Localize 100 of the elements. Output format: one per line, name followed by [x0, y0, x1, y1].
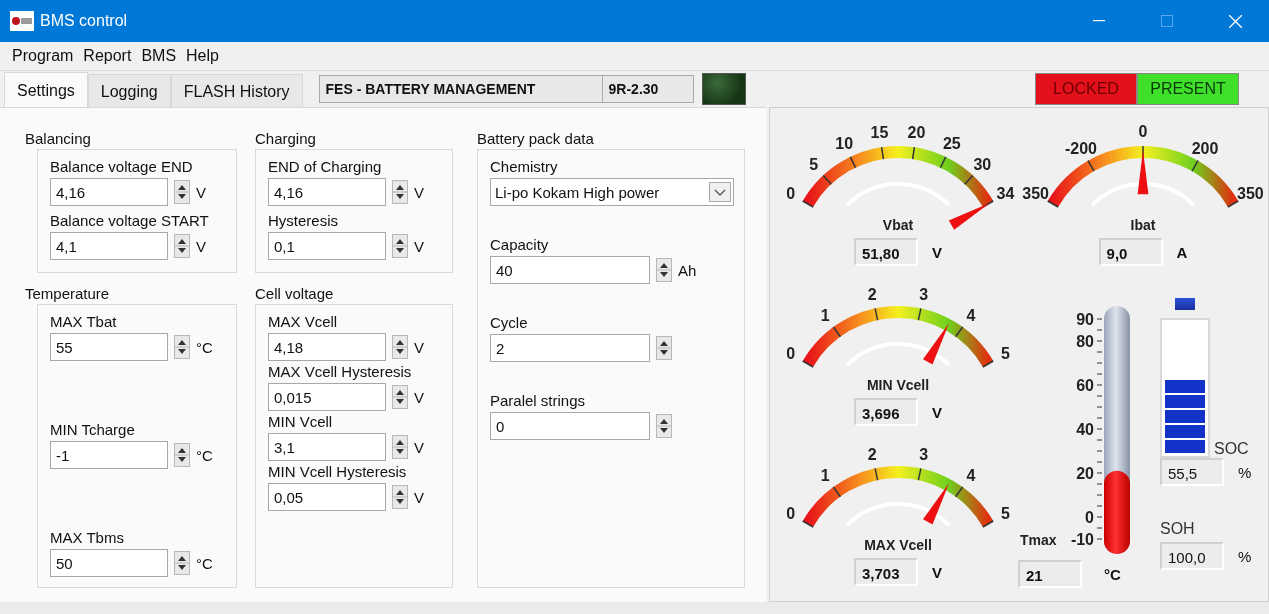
field-label: Chemistry	[490, 158, 558, 175]
unit-label: %	[1238, 547, 1252, 565]
number-field[interactable]: 55	[50, 333, 168, 361]
unit-label: %	[1238, 463, 1252, 481]
minimize-icon	[1093, 20, 1105, 22]
number-field[interactable]: 2	[490, 334, 650, 362]
device-name-display: FES - BATTERY MANAGEMENT	[318, 75, 603, 103]
field-label: MAX Tbms	[50, 529, 124, 546]
number-field[interactable]: 0,015	[268, 383, 386, 411]
tick-label: 10	[835, 135, 854, 153]
spin-button[interactable]	[392, 234, 408, 258]
value-display: 100,0	[1160, 542, 1224, 570]
field-label: MAX Tbat	[50, 313, 117, 330]
menu-item[interactable]: Report	[83, 47, 132, 65]
app-icon	[10, 11, 34, 31]
field-label: MIN Vcell	[268, 413, 333, 430]
menu-item[interactable]: BMS	[141, 47, 177, 65]
field-label: MAX Vcell Hysteresis	[268, 363, 412, 380]
number-field[interactable]: 3,1	[268, 433, 386, 461]
gauge-needle	[923, 323, 950, 365]
spin-button[interactable]	[392, 335, 408, 359]
number-field[interactable]: -1	[50, 441, 168, 469]
tick-label: 40	[1076, 421, 1094, 438]
tick-label: 0	[786, 345, 796, 362]
menu-item[interactable]: Help	[186, 47, 219, 65]
gauge-title: Vbat	[882, 217, 914, 233]
tick-label: 90	[1076, 311, 1094, 328]
tick-label: 15	[870, 124, 889, 142]
field-label: Balance voltage END	[50, 158, 193, 175]
number-field[interactable]: 0,05	[268, 483, 386, 511]
gauge-title: MAX Vcell	[864, 537, 932, 553]
spin-button[interactable]	[392, 485, 408, 509]
tick-label: 30	[973, 156, 992, 174]
status-indicator: PRESENT	[1137, 73, 1239, 105]
unit-label: V	[414, 183, 424, 201]
spin-button[interactable]	[392, 180, 408, 204]
tick-label: 3	[919, 445, 929, 463]
unit-label: °C	[1104, 565, 1121, 583]
window-title: BMS control	[40, 12, 128, 30]
number-field[interactable]: 50	[50, 549, 168, 577]
value-display: 51,80	[854, 238, 918, 266]
tick-label: 0	[1138, 123, 1148, 140]
gauge-title: MIN Vcell	[866, 377, 930, 393]
spin-button[interactable]	[174, 551, 190, 575]
tick-label: 3	[919, 285, 929, 303]
status-indicator: LOCKED	[1035, 73, 1137, 105]
group-title: Battery pack data	[477, 130, 594, 147]
tick-label: 25	[942, 135, 961, 153]
unit-label: V	[414, 237, 424, 255]
tick-label: 2	[867, 445, 877, 463]
unit-label: V	[414, 488, 424, 506]
spin-button[interactable]	[174, 335, 190, 359]
version-display: 9R-2.30	[602, 75, 694, 103]
field-label: END of Charging	[268, 158, 382, 175]
tab[interactable]: Settings	[4, 72, 88, 107]
tick-label: 80	[1076, 333, 1094, 350]
number-field[interactable]: 0,1	[268, 232, 386, 260]
unit-label: V	[414, 388, 424, 406]
group-title: Temperature	[25, 285, 110, 302]
tick-label: 350	[1237, 185, 1264, 202]
value-display: 3,703	[854, 558, 918, 586]
field-label: MIN Vcell Hysteresis	[268, 463, 407, 480]
unit-label: V	[196, 183, 206, 201]
number-field[interactable]: 4,16	[268, 178, 386, 206]
spin-button[interactable]	[656, 414, 672, 438]
spin-button[interactable]	[174, 443, 190, 467]
dropdown-field[interactable]: Li-po Kokam High power	[490, 178, 734, 206]
spin-button[interactable]	[392, 435, 408, 459]
close-icon	[1228, 14, 1242, 28]
battery-terminal	[1175, 298, 1195, 310]
field-label: Cycle	[490, 314, 528, 331]
tab[interactable]: Logging	[87, 74, 171, 107]
unit-label: Ah	[678, 261, 697, 279]
spin-button[interactable]	[656, 258, 672, 282]
value-display: 3,696	[854, 398, 918, 426]
number-field[interactable]: 4,16	[50, 178, 168, 206]
number-field[interactable]: 40	[490, 256, 650, 284]
number-field[interactable]: 4,18	[268, 333, 386, 361]
spin-button[interactable]	[656, 336, 672, 360]
tick-label: 4	[966, 466, 976, 484]
tick-label: 0	[786, 505, 796, 522]
spin-button[interactable]	[174, 234, 190, 258]
tab[interactable]: FLASH History	[170, 74, 303, 107]
number-field[interactable]: 4,1	[50, 232, 168, 260]
tick-label: 60	[1076, 377, 1094, 394]
maximize-icon	[1161, 15, 1173, 27]
tick-label: 5	[1000, 505, 1010, 522]
unit-label: V	[932, 243, 942, 261]
field-label: Capacity	[490, 236, 549, 253]
tick-label: 5	[809, 156, 819, 174]
tick-label: 350	[1022, 185, 1049, 202]
tick-label: 5	[1000, 345, 1010, 362]
spin-button[interactable]	[392, 385, 408, 409]
tick-label: 4	[966, 306, 976, 324]
tick-label: 34	[996, 185, 1015, 202]
menu-item[interactable]: Program	[12, 47, 74, 65]
spin-button[interactable]	[174, 180, 190, 204]
value-display: 9,0	[1098, 238, 1163, 266]
number-field[interactable]: 0	[490, 412, 650, 440]
thermometer-title: Tmax	[1020, 532, 1057, 548]
